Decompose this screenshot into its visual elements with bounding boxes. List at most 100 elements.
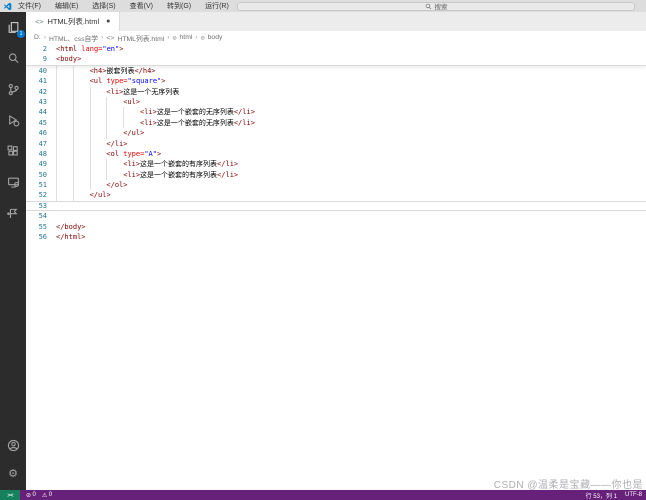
code-content: <ol type="A"> bbox=[56, 149, 646, 159]
code-line-53[interactable]: 53 bbox=[26, 201, 646, 211]
title-bar: 文件(F)编辑(E)选择(S)查看(V)转到(G)运行(R)··· ← → 搜索 bbox=[0, 0, 646, 12]
indent-guide bbox=[73, 66, 90, 76]
indent-guide bbox=[106, 97, 123, 107]
indent-guide bbox=[106, 118, 123, 128]
indent-guide bbox=[56, 139, 73, 149]
settings-icon[interactable]: ⚙ bbox=[4, 464, 22, 482]
indent-guide bbox=[73, 159, 90, 169]
explorer-badge: 1 bbox=[17, 30, 25, 38]
code-line-55[interactable]: 55</body> bbox=[26, 222, 646, 232]
modified-dot-icon[interactable]: ● bbox=[106, 18, 110, 25]
breadcrumb-item[interactable]: HTML列表.html bbox=[117, 33, 164, 43]
breadcrumb-item[interactable]: D: bbox=[34, 34, 41, 41]
indent-guide bbox=[73, 128, 90, 138]
code-line-50[interactable]: 50<li>这是一个嵌套的有序列表</li> bbox=[26, 170, 646, 180]
menu-item[interactable]: 转到(G) bbox=[165, 1, 193, 11]
code-content bbox=[56, 211, 646, 221]
code-lines[interactable]: 40<h4>嵌套列表</h4>41<ul type="square">42<li… bbox=[26, 66, 646, 243]
menu-item[interactable]: 运行(R) bbox=[203, 1, 231, 11]
warnings-count[interactable]: ⚠0 bbox=[42, 492, 52, 499]
errors-count[interactable]: ⊘0 bbox=[26, 492, 36, 499]
search-label: 搜索 bbox=[435, 1, 448, 11]
breadcrumb-item[interactable]: HTML、css自学 bbox=[49, 33, 98, 43]
indent-guide bbox=[73, 149, 90, 159]
breadcrumb-symbol-icon: ⊘ bbox=[201, 34, 205, 42]
code-line-41[interactable]: 41<ul type="square"> bbox=[26, 76, 646, 86]
indent-guide bbox=[73, 97, 90, 107]
menu-bar: 文件(F)编辑(E)选择(S)查看(V)转到(G)运行(R)··· bbox=[16, 1, 252, 11]
line-number: 56 bbox=[26, 232, 56, 242]
code-content: <ul type="square"> bbox=[56, 76, 646, 86]
menu-item[interactable]: 文件(F) bbox=[16, 1, 43, 11]
indent-guide bbox=[73, 76, 90, 86]
extensions-icon[interactable] bbox=[4, 142, 22, 160]
indent-guide bbox=[90, 97, 107, 107]
html-file-icon: <> bbox=[35, 18, 43, 26]
remote-explorer-icon[interactable] bbox=[4, 173, 22, 191]
indent-guide bbox=[56, 180, 73, 190]
source-control-icon[interactable] bbox=[4, 80, 22, 98]
code-line-42[interactable]: 42<li>这是一个无序列表 bbox=[26, 87, 646, 97]
menu-item[interactable]: 编辑(E) bbox=[53, 1, 80, 11]
breadcrumb-separator: › bbox=[195, 34, 197, 41]
warning-icon: ⚠ bbox=[42, 492, 47, 499]
code-line-45[interactable]: 45<li>这是一个嵌套的无序列表</li> bbox=[26, 118, 646, 128]
tab-label: HTML列表.html bbox=[47, 16, 99, 27]
code-content: </html> bbox=[56, 232, 646, 242]
code-line-9[interactable]: 9<body> bbox=[26, 54, 646, 64]
code-content: </ul> bbox=[56, 190, 646, 200]
code-line-46[interactable]: 46</ul> bbox=[26, 128, 646, 138]
code-line-56[interactable]: 56</html> bbox=[26, 232, 646, 242]
indent-guide bbox=[90, 170, 107, 180]
sticky-scroll[interactable]: 2<html lang="en">9<body> bbox=[26, 44, 646, 66]
explorer-icon[interactable]: 1 bbox=[4, 18, 22, 36]
menu-item[interactable]: 选择(S) bbox=[90, 1, 117, 11]
remote-indicator[interactable]: >< bbox=[0, 490, 20, 500]
status-item[interactable]: 行 53，列 1 bbox=[586, 491, 617, 500]
status-item[interactable]: UTF-8 bbox=[625, 492, 642, 498]
line-number: 55 bbox=[26, 222, 56, 232]
code-line-40[interactable]: 40<h4>嵌套列表</h4> bbox=[26, 66, 646, 76]
run-debug-icon[interactable] bbox=[4, 111, 22, 129]
indent-guide bbox=[56, 87, 73, 97]
code-line-49[interactable]: 49<li>这是一个嵌套的有序列表</li> bbox=[26, 159, 646, 169]
breadcrumb-separator: › bbox=[101, 34, 103, 41]
breadcrumb-item[interactable]: html bbox=[180, 34, 193, 41]
line-number: 43 bbox=[26, 97, 56, 107]
command-center-search[interactable]: 搜索 bbox=[237, 2, 635, 11]
code-content: <h4>嵌套列表</h4> bbox=[56, 66, 646, 76]
code-line-44[interactable]: 44<li>这是一个嵌套的无序列表</li> bbox=[26, 107, 646, 117]
code-line-43[interactable]: 43<ul> bbox=[26, 97, 646, 107]
line-number: 48 bbox=[26, 149, 56, 159]
indent-guide bbox=[73, 107, 90, 117]
code-line-54[interactable]: 54 bbox=[26, 211, 646, 221]
indent-guide bbox=[123, 118, 140, 128]
status-bar: >< ⊘0 ⚠0 行 53，列 1 UTF-8 bbox=[0, 490, 646, 500]
code-line-52[interactable]: 52</ul> bbox=[26, 190, 646, 200]
code-line-47[interactable]: 47</li> bbox=[26, 139, 646, 149]
indent-guide bbox=[56, 190, 73, 200]
line-number: 53 bbox=[26, 202, 56, 210]
menu-item[interactable]: 查看(V) bbox=[128, 1, 155, 11]
indent-guide bbox=[90, 149, 107, 159]
vscode-window: { "colors": { "statusbar_bg": "#68217A",… bbox=[0, 0, 646, 500]
indent-guide bbox=[106, 170, 123, 180]
breadcrumb-symbol-icon: ⊘ bbox=[172, 34, 176, 42]
line-number: 54 bbox=[26, 211, 56, 221]
code-line-51[interactable]: 51</ol> bbox=[26, 180, 646, 190]
indent-guide bbox=[56, 118, 73, 128]
breadcrumb-item[interactable]: body bbox=[208, 34, 223, 41]
line-number: 47 bbox=[26, 139, 56, 149]
search-icon[interactable] bbox=[4, 49, 22, 67]
code-editor[interactable]: 2<html lang="en">9<body> 40<h4>嵌套列表</h4>… bbox=[26, 44, 646, 490]
code-line-48[interactable]: 48<ol type="A"> bbox=[26, 149, 646, 159]
account-icon[interactable] bbox=[4, 436, 22, 454]
tab-html-lists[interactable]: <> HTML列表.html ● bbox=[26, 12, 120, 31]
indent-guide bbox=[56, 149, 73, 159]
line-number: 50 bbox=[26, 170, 56, 180]
breadcrumb-separator: › bbox=[44, 34, 46, 41]
code-line-2[interactable]: 2<html lang="en"> bbox=[26, 44, 646, 54]
plugin-flag-icon[interactable] bbox=[4, 204, 22, 222]
indent-guide bbox=[90, 139, 107, 149]
status-left: ⊘0 ⚠0 bbox=[26, 492, 52, 499]
